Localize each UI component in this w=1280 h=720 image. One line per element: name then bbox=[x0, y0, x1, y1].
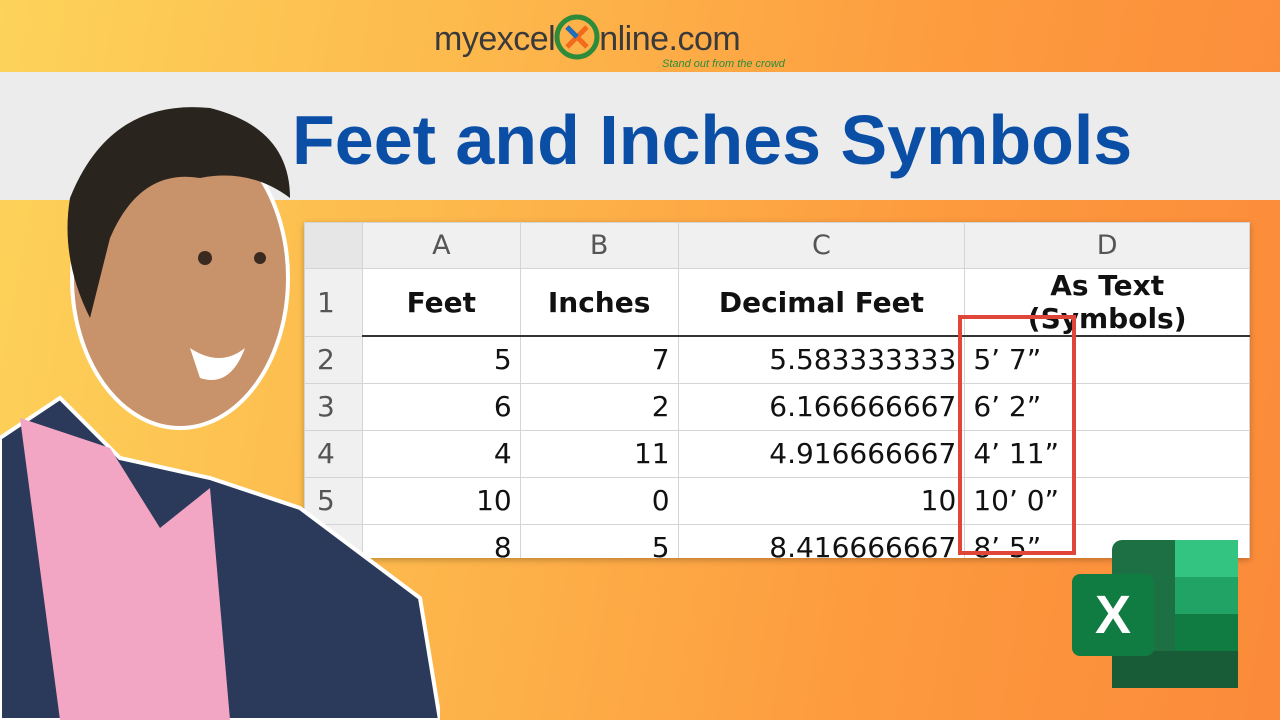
logo-text: myexcel nline.com bbox=[434, 14, 741, 61]
cell[interactable]: 6.166666667 bbox=[677, 382, 966, 431]
site-logo[interactable]: myexcel nline.com Stand out from the crow… bbox=[434, 6, 854, 70]
cell[interactable]: 11 bbox=[519, 429, 679, 478]
highlight-box bbox=[958, 315, 1076, 555]
presenter-photo bbox=[0, 107, 440, 720]
cell[interactable]: 0 bbox=[519, 476, 679, 525]
cell[interactable]: 8.416666667 bbox=[677, 523, 966, 558]
logo-tagline: Stand out from the crowd bbox=[662, 58, 785, 70]
spreadsheet: A B C D 1 Feet Inches Decimal Feet As Te… bbox=[304, 222, 1250, 558]
logo-x-icon bbox=[554, 14, 600, 60]
cell[interactable]: 10 bbox=[677, 476, 966, 525]
excel-letter: X bbox=[1095, 585, 1131, 645]
cell[interactable]: 4.916666667 bbox=[677, 429, 966, 478]
column-header-d[interactable]: D bbox=[964, 222, 1250, 269]
cell[interactable]: 5 bbox=[519, 523, 679, 558]
cell[interactable]: 2 bbox=[519, 382, 679, 431]
cell[interactable]: 7 bbox=[519, 335, 679, 384]
excel-icon: X bbox=[1072, 540, 1238, 688]
cell-header-decimal-feet[interactable]: Decimal Feet bbox=[677, 268, 966, 337]
column-header-c[interactable]: C bbox=[677, 222, 966, 269]
cell-header-inches[interactable]: Inches bbox=[519, 268, 679, 337]
column-header-b[interactable]: B bbox=[519, 222, 679, 269]
cell[interactable]: 5.583333333 bbox=[677, 335, 966, 384]
